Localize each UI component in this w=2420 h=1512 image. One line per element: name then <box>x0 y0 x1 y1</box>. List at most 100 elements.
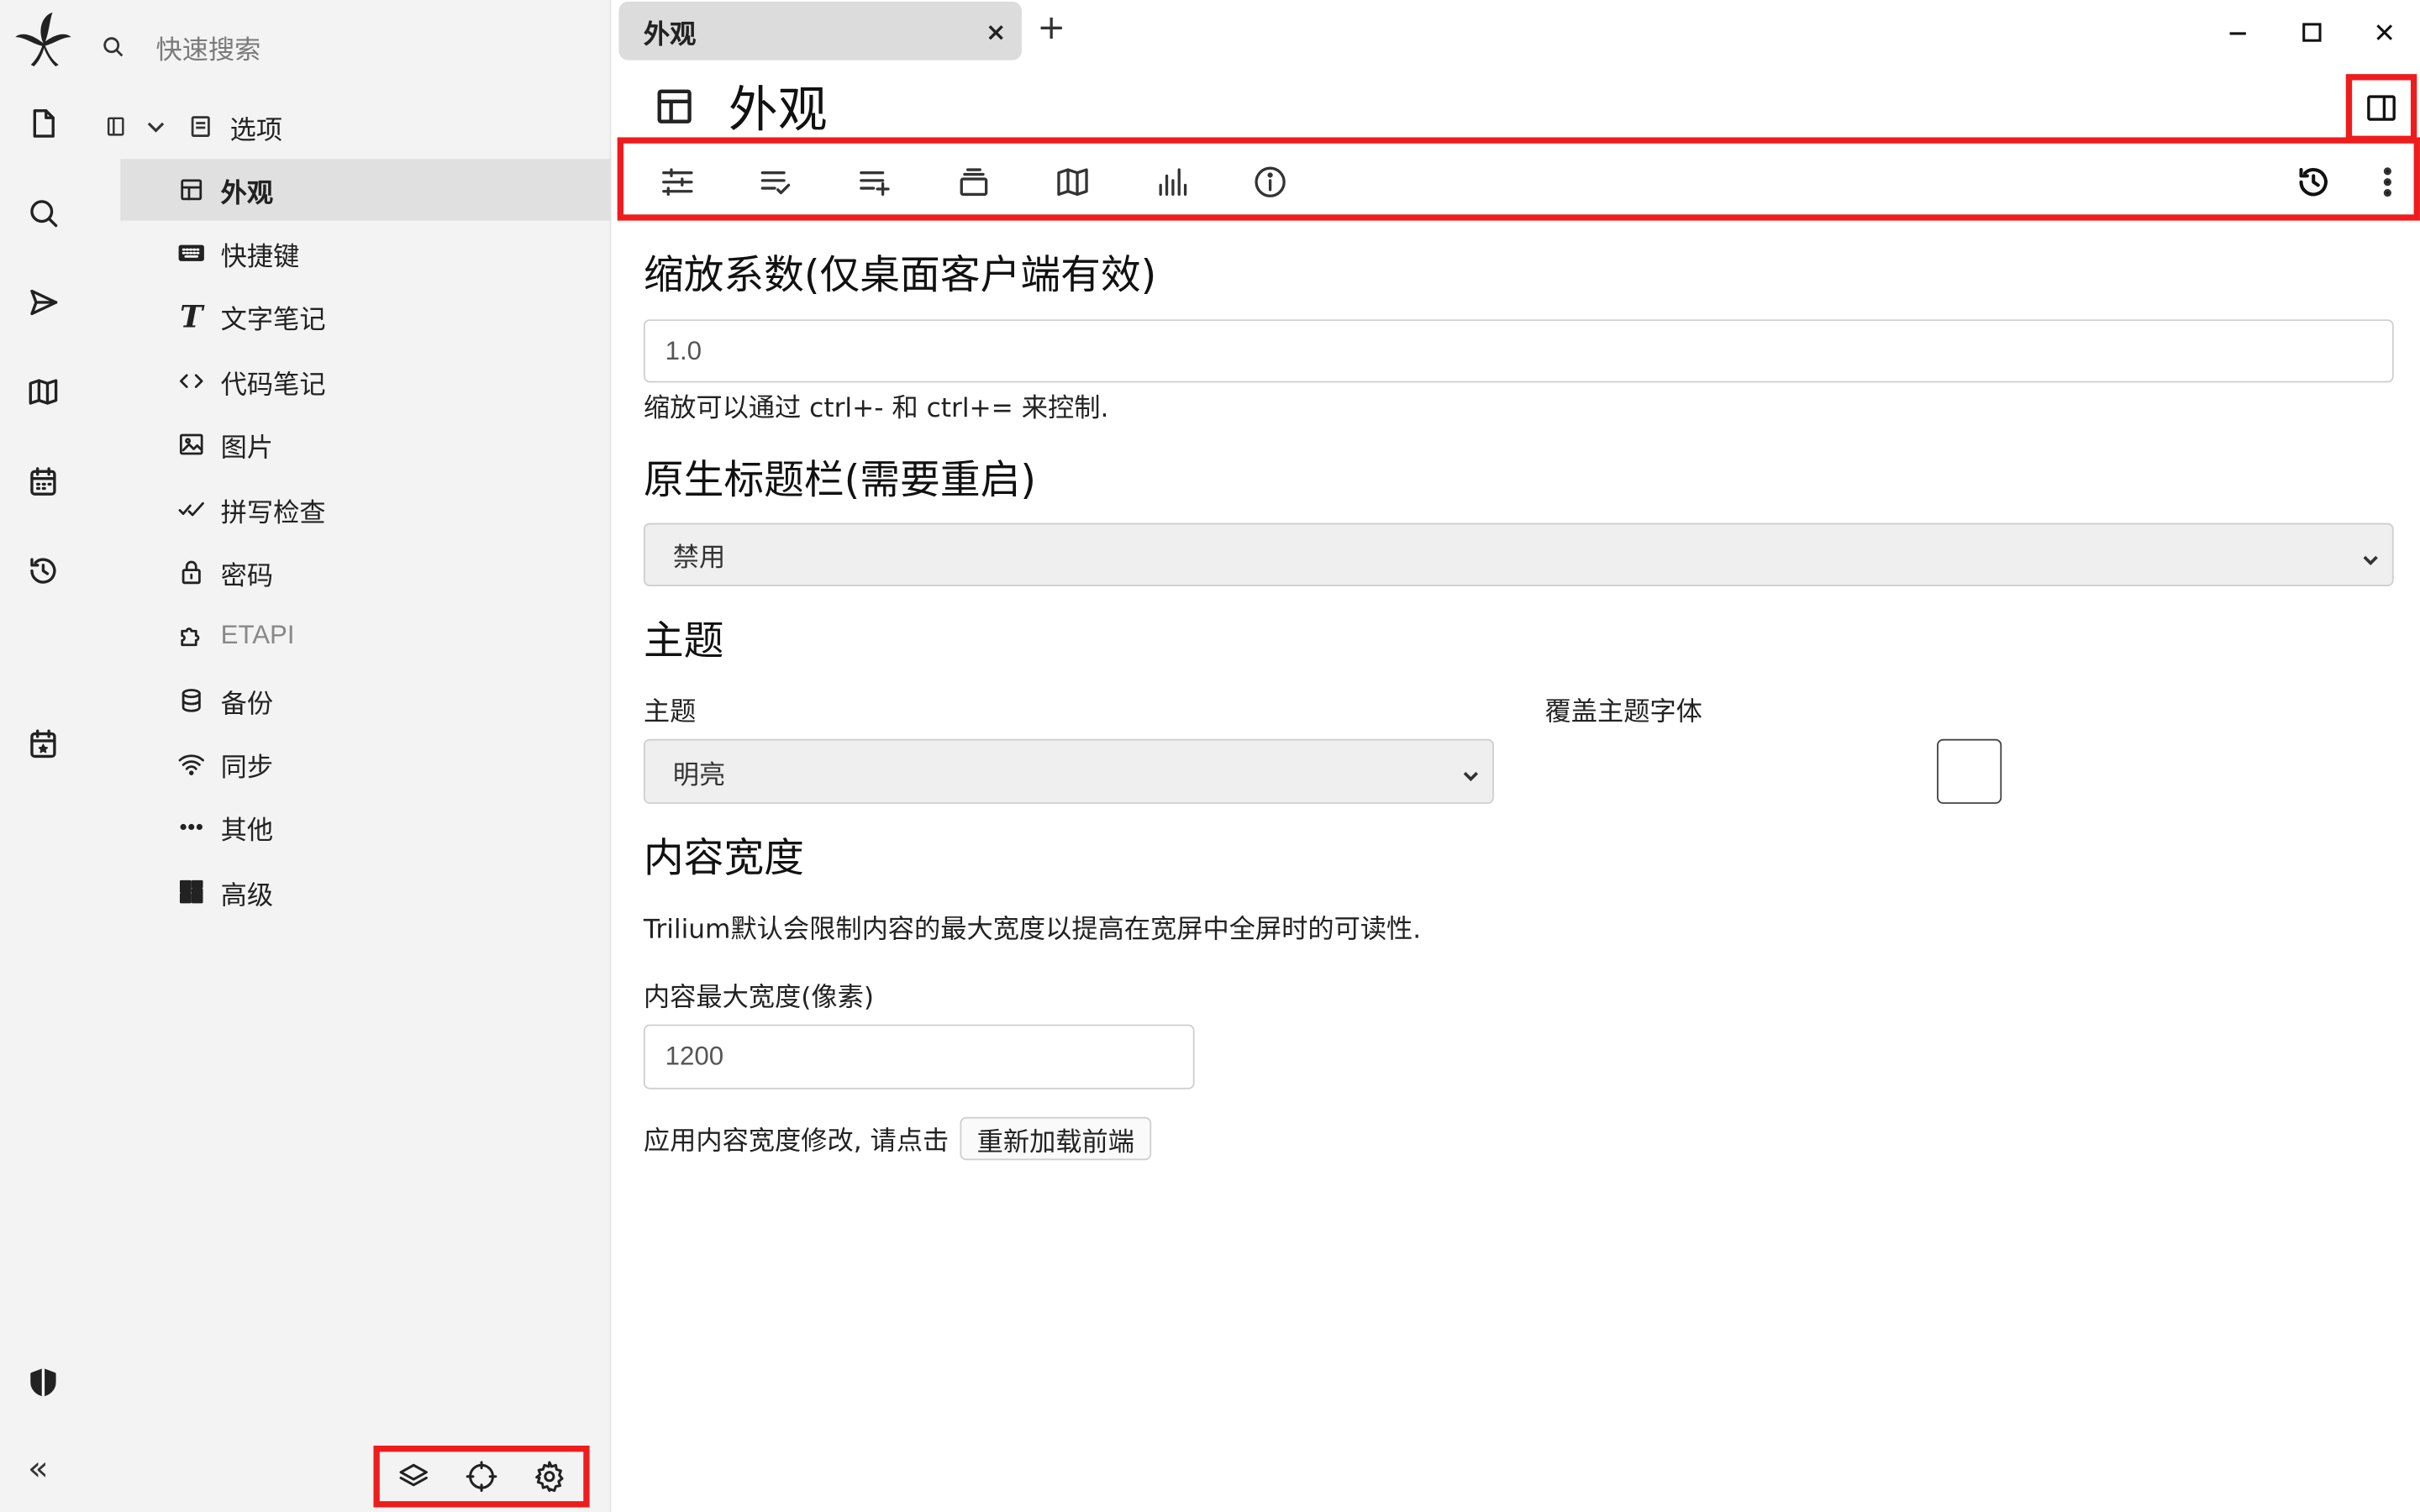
tree-item-password[interactable]: 密码 <box>120 542 611 603</box>
spellcheck-icon <box>176 494 207 525</box>
select-value: 明亮 <box>672 759 726 791</box>
chevron-down-icon[interactable] <box>144 114 168 139</box>
search-icon[interactable] <box>15 185 71 240</box>
tree-root-label: 选项 <box>229 114 283 146</box>
close-tab-icon[interactable]: × <box>986 16 1007 45</box>
tree-item-text-notes[interactable]: T 文字笔记 <box>120 286 611 347</box>
tree-item-label: ETAPI <box>220 620 295 650</box>
note-layout-icon[interactable] <box>655 87 695 127</box>
history-icon[interactable] <box>15 543 71 599</box>
theme-label: 主题 <box>643 697 697 728</box>
max-width-input[interactable]: 1200 <box>643 1024 1195 1089</box>
tree-item-sync[interactable]: 同步 <box>120 732 611 794</box>
tree-item-spellcheck[interactable]: 拼写检查 <box>120 478 611 539</box>
override-theme-font-label: 覆盖主题字体 <box>1544 697 1702 728</box>
wifi-icon <box>176 748 207 780</box>
tree-item-appearance[interactable]: 外观 <box>120 159 612 221</box>
info-icon[interactable] <box>1247 159 1293 205</box>
apply-width-text: 应用内容宽度修改, 请点击 <box>643 1126 950 1158</box>
titlebar-heading: 原生标题栏(需要重启) <box>643 458 1036 505</box>
quick-search[interactable]: 快速搜索 <box>99 18 593 74</box>
zoom-help-text: 缩放可以通过 ctrl+- 和 ctrl+= 来控制. <box>643 393 1109 425</box>
tree-item-label: 同步 <box>220 752 274 784</box>
reload-frontend-button[interactable]: 重新加载前端 <box>960 1116 1152 1161</box>
puzzle-icon <box>176 620 207 651</box>
promoted-attributes-icon[interactable] <box>753 159 799 205</box>
gear-icon[interactable] <box>533 1460 566 1494</box>
content-width-description: Trilium默认会限制内容的最大宽度以提高在宽屏中全屏时的可读性. <box>643 915 1422 946</box>
search-input[interactable]: 快速搜索 <box>156 27 261 66</box>
keyboard-icon <box>176 238 207 269</box>
tree-item-label: 备份 <box>220 689 274 720</box>
tab-appearance[interactable]: 外观 × <box>618 1 1022 60</box>
dashboard-icon <box>176 876 207 907</box>
tree-item-etapi[interactable]: ETAPI <box>120 605 611 666</box>
note-map-icon[interactable] <box>1050 159 1096 205</box>
new-tab-button[interactable]: + <box>1037 9 1065 48</box>
trilium-logo-icon[interactable] <box>13 9 74 71</box>
inherited-attributes-icon[interactable] <box>950 159 997 205</box>
more-options-icon[interactable] <box>2365 159 2411 205</box>
layers-icon[interactable] <box>397 1460 430 1494</box>
tree-item-label: 高级 <box>220 879 274 911</box>
right-pane-icon <box>2367 95 2396 121</box>
calendar-icon[interactable] <box>15 454 71 509</box>
owned-attributes-icon[interactable] <box>852 159 898 205</box>
content-width-heading: 内容宽度 <box>643 836 804 883</box>
tree-item-shortcuts[interactable]: 快捷键 <box>120 222 611 283</box>
minimize-icon[interactable] <box>2215 9 2261 55</box>
tree-item-advanced[interactable]: 高级 <box>120 861 611 922</box>
theme-select[interactable]: 明亮 <box>643 738 1494 804</box>
ribbon-toolbar <box>617 137 2420 221</box>
image-icon <box>176 429 207 460</box>
map-icon[interactable] <box>15 364 71 419</box>
database-icon <box>176 685 207 716</box>
note-icon <box>191 116 210 138</box>
collapse-sidebar-icon[interactable]: « <box>28 1450 49 1488</box>
note-properties-icon[interactable] <box>655 159 701 205</box>
chevron-down-icon <box>1461 762 1480 782</box>
crosshair-icon[interactable] <box>465 1460 498 1494</box>
note-tree-panel: 快速搜索 选项 外观 快捷键 T 文字笔记 代码笔记 图片 拼写检查 密码 ET… <box>86 0 612 1512</box>
zoom-heading: 缩放系数(仅桌面客户端有效) <box>643 253 1157 300</box>
tree-item-label: 密码 <box>220 560 274 592</box>
note-info-stats-icon[interactable] <box>1149 159 1195 205</box>
toggle-right-pane-button[interactable] <box>2345 74 2417 142</box>
note-title[interactable]: 外观 <box>729 71 828 141</box>
maximize-icon[interactable] <box>2289 9 2335 55</box>
tree-item-label: 拼写检查 <box>220 497 326 529</box>
select-value: 禁用 <box>672 543 726 575</box>
tree-item-backup[interactable]: 备份 <box>120 669 611 731</box>
close-window-icon[interactable] <box>2361 9 2407 55</box>
hoist-icon[interactable] <box>103 114 128 139</box>
revision-history-icon[interactable] <box>2291 159 2337 205</box>
tree-item-other[interactable]: 其他 <box>120 796 611 858</box>
today-note-icon[interactable] <box>15 716 71 771</box>
zoom-factor-input[interactable]: 1.0 <box>643 319 2394 383</box>
dots-icon <box>176 811 207 843</box>
tree-item-label: 外观 <box>220 178 274 209</box>
text-t-icon: T <box>180 297 203 335</box>
tab-title: 外观 <box>643 18 697 50</box>
tree-item-label: 图片 <box>220 433 274 464</box>
tree-root-options[interactable]: 选项 <box>99 99 283 155</box>
tree-item-label: 文字笔记 <box>220 304 326 336</box>
search-icon <box>103 36 124 56</box>
tree-item-label: 快捷键 <box>220 241 300 273</box>
max-width-label: 内容最大宽度(像素) <box>643 982 875 1014</box>
code-icon <box>176 365 207 396</box>
native-titlebar-select[interactable]: 禁用 <box>643 522 2394 586</box>
lock-icon <box>176 557 207 588</box>
tree-bottom-toolbar <box>373 1445 590 1508</box>
tree-item-code-notes[interactable]: 代码笔记 <box>120 350 611 412</box>
layout-icon <box>176 175 207 206</box>
tree-item-images[interactable]: 图片 <box>120 413 611 475</box>
override-theme-font-checkbox[interactable] <box>1937 738 2002 804</box>
new-note-icon[interactable] <box>15 96 71 151</box>
tree-item-label: 其他 <box>220 815 274 847</box>
theme-heading: 主题 <box>643 618 724 665</box>
launcher-bar: « <box>0 0 87 1512</box>
shield-icon[interactable] <box>15 1355 71 1410</box>
chevron-down-icon <box>2361 545 2380 565</box>
send-icon[interactable] <box>15 275 71 330</box>
